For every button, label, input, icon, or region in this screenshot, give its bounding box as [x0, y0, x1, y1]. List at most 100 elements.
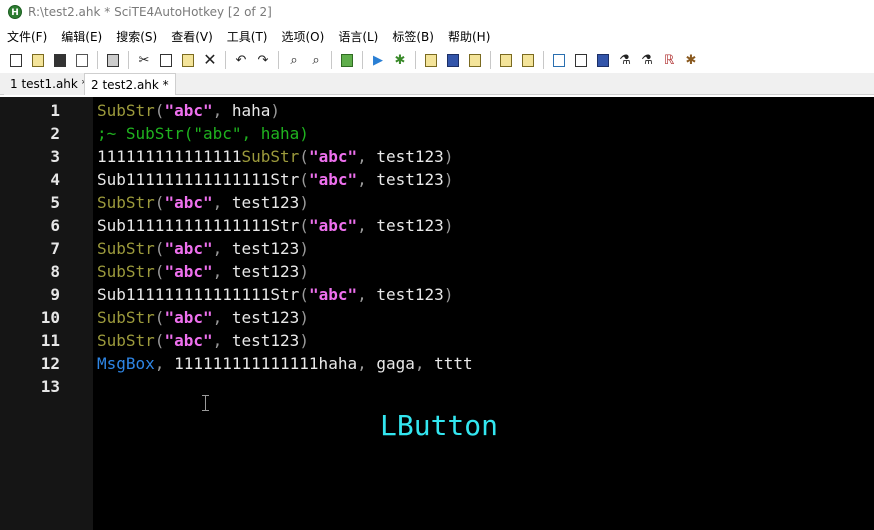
delete-icon[interactable]: ✕ — [200, 50, 220, 70]
code-area[interactable]: SubStr("abc", haha) ;~ SubStr("abc", haha… — [97, 99, 473, 398]
code-token: ( — [299, 147, 309, 166]
code-token: ( — [154, 101, 165, 120]
code-token: 111111111111111haha — [174, 354, 358, 373]
line-number: 7 — [50, 239, 60, 258]
menu-help[interactable]: 帮助(H) — [441, 28, 497, 45]
code-token: , — [154, 354, 175, 373]
code-editor[interactable]: 1 2 3 4 5 6 7 8 9 10 11 12 13 SubStr("abc", haha) ;~ … — [0, 97, 874, 530]
menu-search[interactable]: 搜索(S) — [109, 28, 164, 45]
code-line[interactable]: SubStr("abc", test123) — [97, 329, 473, 352]
code-token: , — [212, 101, 232, 120]
replace-icon[interactable]: ⌕ — [306, 50, 326, 70]
open-folder-icon[interactable] — [28, 50, 48, 70]
tab-test1[interactable]: 1 test1.ahk * — [4, 73, 94, 95]
toolbar-separator — [362, 51, 363, 69]
toolbar-separator — [97, 51, 98, 69]
print-icon[interactable] — [103, 50, 123, 70]
tool-icon-2[interactable] — [518, 50, 538, 70]
menu-edit[interactable]: 编辑(E) — [54, 28, 109, 45]
code-line[interactable]: SubStr("abc", test123) — [97, 306, 473, 329]
code-line[interactable]: ;~ SubStr("abc", haha) — [97, 122, 473, 145]
tab-test2[interactable]: 2 test2.ahk * — [84, 73, 176, 95]
compile-icon[interactable] — [337, 50, 357, 70]
code-line[interactable]: SubStr("abc", test123) — [97, 237, 473, 260]
script-icon-2[interactable] — [443, 50, 463, 70]
code-token: gaga — [376, 354, 415, 373]
code-token: SubStr — [97, 331, 155, 350]
code-token: "abc" — [164, 101, 213, 120]
script-icon-1[interactable] — [421, 50, 441, 70]
code-token: ( — [154, 308, 165, 327]
code-token: , — [212, 193, 232, 212]
tool-icon-7[interactable]: ⚗ — [637, 50, 657, 70]
undo-icon[interactable]: ↶ — [231, 50, 251, 70]
code-token: test123 — [376, 147, 444, 166]
debug-icon[interactable]: ✱ — [390, 50, 410, 70]
code-line[interactable]: SubStr("abc", haha) — [97, 99, 473, 122]
code-line[interactable]: Sub111111111111111Str("abc", test123) — [97, 168, 473, 191]
menu-tools[interactable]: 工具(T) — [220, 28, 275, 45]
code-line[interactable]: Sub111111111111111Str("abc", test123) — [97, 283, 473, 306]
tool-icon-8[interactable]: ℝ — [659, 50, 679, 70]
tool-icon-5[interactable] — [593, 50, 613, 70]
menu-file[interactable]: 文件(F) — [0, 28, 54, 45]
code-token: SubStr — [97, 239, 155, 258]
menu-tabs[interactable]: 标签(B) — [385, 28, 441, 45]
close-file-icon[interactable] — [72, 50, 92, 70]
code-token: , — [212, 239, 232, 258]
code-token: ) — [299, 193, 309, 212]
run-icon[interactable]: ▶ — [368, 50, 388, 70]
redo-icon[interactable]: ↷ — [253, 50, 273, 70]
code-token: ( — [154, 239, 165, 258]
code-token: "abc" — [164, 239, 213, 258]
tool-icon-6[interactable]: ⚗ — [615, 50, 635, 70]
menu-options[interactable]: 选项(O) — [275, 28, 332, 45]
code-token: , — [357, 170, 377, 189]
code-token: MsgBox — [97, 354, 155, 373]
line-number: 9 — [50, 285, 60, 304]
code-token: Sub111111111111111Str — [97, 216, 300, 235]
code-token: ) — [443, 170, 454, 189]
paste-icon[interactable] — [178, 50, 198, 70]
code-token: SubStr — [97, 262, 155, 281]
line-number: 13 — [40, 377, 60, 396]
toolbar-separator — [490, 51, 491, 69]
tab-bar: 1 test1.ahk * 2 test2.ahk * — [0, 73, 874, 95]
line-number: 12 — [40, 354, 60, 373]
line-number: 8 — [50, 262, 60, 281]
code-line[interactable]: SubStr("abc", test123) — [97, 191, 473, 214]
code-token: ) — [443, 147, 454, 166]
find-icon[interactable]: ⌕ — [284, 50, 304, 70]
tool-icon-1[interactable] — [496, 50, 516, 70]
menu-language[interactable]: 语言(L) — [331, 28, 385, 45]
code-token: test123 — [376, 285, 444, 304]
menu-view[interactable]: 查看(V) — [164, 28, 220, 45]
code-token: ) — [270, 101, 281, 120]
code-token: ;~ SubStr("abc", haha) — [97, 124, 309, 143]
line-number: 11 — [40, 331, 60, 350]
toolbar-separator — [331, 51, 332, 69]
code-token: test123 — [376, 170, 444, 189]
copy-icon[interactable] — [156, 50, 176, 70]
new-file-icon[interactable] — [6, 50, 26, 70]
code-token: SubStr — [97, 193, 155, 212]
text-cursor-icon — [202, 395, 209, 411]
code-token: ( — [154, 331, 165, 350]
script-icon-3[interactable] — [465, 50, 485, 70]
tool-icon-9[interactable]: ✱ — [681, 50, 701, 70]
code-token: SubStr — [241, 147, 300, 166]
tool-icon-4[interactable] — [571, 50, 591, 70]
tool-icon-3[interactable] — [549, 50, 569, 70]
code-line[interactable]: SubStr("abc", test123) — [97, 260, 473, 283]
code-token: , — [212, 331, 232, 350]
menu-bar: 文件(F) 编辑(E) 搜索(S) 查看(V) 工具(T) 选项(O) 语言(L… — [0, 26, 874, 46]
code-line[interactable]: 111111111111111SubStr("abc", test123) — [97, 145, 473, 168]
code-line[interactable]: Sub111111111111111Str("abc", test123) — [97, 214, 473, 237]
code-token: , — [357, 285, 377, 304]
save-icon[interactable] — [50, 50, 70, 70]
code-line[interactable] — [97, 375, 473, 398]
code-line[interactable]: MsgBox, 111111111111111haha, gaga, tttt — [97, 352, 473, 375]
code-token: SubStr — [97, 308, 155, 327]
cut-icon[interactable]: ✂ — [134, 50, 154, 70]
code-token: , — [357, 216, 377, 235]
